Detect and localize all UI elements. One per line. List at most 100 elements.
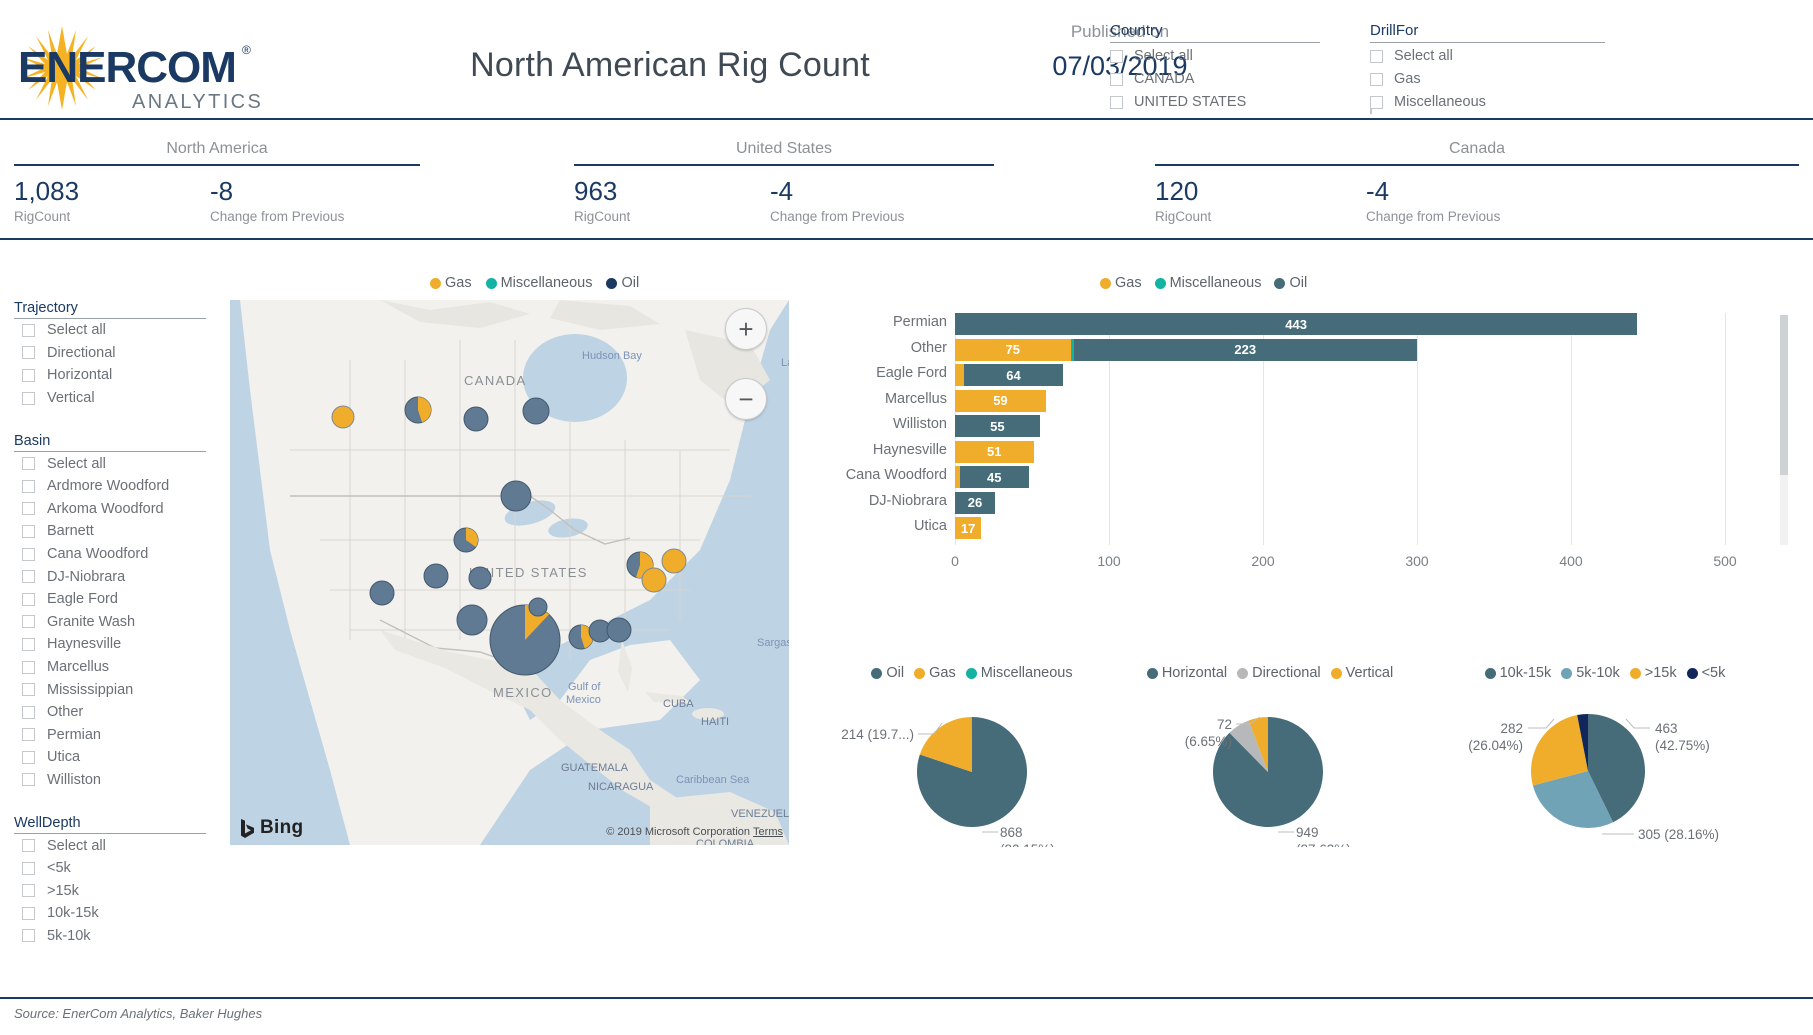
map-legend-item-oil[interactable]: Oil [606,275,639,291]
checkbox-icon[interactable] [22,615,35,628]
slicer-basin-option-ardmore-woodford[interactable]: Ardmore Woodford [14,475,219,498]
checkbox-icon[interactable] [22,502,35,515]
checkbox-icon[interactable] [22,773,35,786]
map-bubble-17[interactable] [607,618,631,642]
bar-legend-item-gas[interactable]: Gas [1100,275,1142,291]
trajectory-legend-item-vertical[interactable]: Vertical [1331,665,1394,681]
bar-legend-item-miscellaneous[interactable]: Miscellaneous [1155,275,1262,291]
trajectory-pie-panel[interactable]: HorizontalDirectionalVertical 72(6.65%)9… [1120,665,1420,845]
welldepth-legend-item-5k-10k[interactable]: 5k-10k [1561,665,1620,681]
bar-segment-oil[interactable]: 223 [1074,339,1417,361]
slicer-drillfor[interactable]: DrillFor Select all Gas Miscellaneous [1370,22,1605,112]
checkbox-icon[interactable] [1370,96,1383,109]
bar-row-permian[interactable]: Permian443 [955,313,1725,335]
slicer-country-option-canada[interactable]: CANADA [1110,69,1320,89]
slicer-drillfor-clipped-row[interactable] [1370,108,1605,114]
slicer-country-option-united-states[interactable]: UNITED STATES [1110,92,1320,112]
map-bubble-3[interactable] [523,398,549,424]
welldepth-pie-panel[interactable]: 10k-15k5k-10k>15k<5k 282(26.04%)463(42.7… [1420,665,1790,845]
checkbox-icon[interactable] [22,751,35,764]
checkbox-icon[interactable] [22,683,35,696]
bar-segment-gas[interactable] [955,364,964,386]
drill-for-legend-item-oil[interactable]: Oil [871,665,904,681]
checkbox-icon[interactable] [22,570,35,583]
map-rig-bubbles[interactable] [230,300,789,845]
welldepth-pie-chart[interactable]: 282(26.04%)463(42.75%)305 (28.16%) [1420,687,1790,847]
slicer-basin-option-utica[interactable]: Utica [14,746,219,769]
rig-count-by-basin-chart[interactable]: Permian443Other75223Eagle Ford64Marcellu… [830,305,1790,580]
bar-chart-scrollbar[interactable] [1780,315,1788,545]
sidebar-filters[interactable]: Trajectory Select allDirectionalHorizont… [14,300,219,971]
rig-map[interactable]: Hudson BayCANADAUNITED STATESMEXICOGulf … [230,300,789,845]
checkbox-icon[interactable] [22,324,35,337]
map-zoom-in-button[interactable]: + [725,308,767,350]
bing-logo[interactable]: Bing [240,817,303,839]
checkbox-icon[interactable] [22,661,35,674]
slicer-basin-option-granite-wash[interactable]: Granite Wash [14,611,219,634]
slicer-welldepth-option-5k-10k[interactable]: 5k-10k [14,925,219,948]
slicer-welldepth-option-5k[interactable]: <5k [14,857,219,880]
drill-for-pie-panel[interactable]: OilGasMiscellaneous 214 (19.7...)868(80.… [822,665,1122,845]
trajectory-legend-item-directional[interactable]: Directional [1237,665,1321,681]
drill-for-pie-chart[interactable]: 214 (19.7...)868(80.15%) [822,687,1122,847]
map-legend-item-miscellaneous[interactable]: Miscellaneous [486,275,593,291]
slicer-basin-option-barnett[interactable]: Barnett [14,520,219,543]
bar-segment-oil[interactable]: 64 [964,364,1063,386]
drill-for-legend-item-miscellaneous[interactable]: Miscellaneous [966,665,1073,681]
bar-segment-oil[interactable]: 45 [960,466,1029,488]
bar-row-haynesville[interactable]: Haynesville51 [955,441,1725,463]
bar-row-cana-woodford[interactable]: Cana Woodford45 [955,466,1725,488]
checkbox-icon[interactable] [22,862,35,875]
checkbox-icon[interactable] [1370,50,1383,63]
slicer-welldepth[interactable]: WellDepth Select all<5k>15k10k-15k5k-10k [14,815,219,947]
map-terms-link[interactable]: Terms [753,826,783,838]
bar-segment-gas[interactable]: 17 [955,517,981,539]
checkbox-icon[interactable] [1110,50,1123,63]
bar-segment-oil[interactable]: 26 [955,492,995,514]
bar-segment-gas[interactable]: 75 [955,339,1071,361]
checkbox-icon[interactable] [22,638,35,651]
map-bubble-4[interactable] [501,481,531,511]
welldepth-legend-item-5k[interactable]: <5k [1687,665,1726,681]
checkbox-icon[interactable] [22,525,35,538]
slicer-basin-option-marcellus[interactable]: Marcellus [14,656,219,679]
checkbox-icon[interactable] [1110,96,1123,109]
checkbox-icon[interactable] [22,593,35,606]
checkbox-icon[interactable] [22,457,35,470]
checkbox-icon[interactable] [22,369,35,382]
bar-row-marcellus[interactable]: Marcellus59 [955,390,1725,412]
checkbox-icon[interactable] [22,706,35,719]
map-legend-item-gas[interactable]: Gas [430,275,472,291]
slicer-drillfor-option-gas[interactable]: Gas [1370,69,1605,89]
map-bubble-13[interactable] [490,605,560,675]
slicer-basin-option-williston[interactable]: Williston [14,769,219,792]
checkbox-icon[interactable] [1370,73,1383,86]
bar-legend-item-oil[interactable]: Oil [1274,275,1307,291]
slicer-country[interactable]: Country Select all CANADA UNITED STATES [1110,22,1320,112]
map-bubble-6[interactable] [424,564,448,588]
map-bubble-1[interactable] [405,397,431,423]
slicer-trajectory-option-horizontal[interactable]: Horizontal [14,364,219,387]
map-bubble-2[interactable] [464,407,488,431]
map-bubble-11[interactable] [642,568,666,592]
map-bubble-8[interactable] [370,581,394,605]
slicer-basin-option-other[interactable]: Other [14,701,219,724]
slicer-basin-option-arkoma-woodford[interactable]: Arkoma Woodford [14,498,219,521]
checkbox-icon[interactable] [1370,108,1372,114]
checkbox-icon[interactable] [22,480,35,493]
bar-row-williston[interactable]: Williston55 [955,415,1725,437]
slicer-country-option-select-all[interactable]: Select all [1110,46,1320,66]
map-bubble-12[interactable] [457,605,487,635]
bar-segment-gas[interactable]: 51 [955,441,1034,463]
slicer-welldepth-option-15k[interactable]: >15k [14,879,219,902]
slicer-trajectory[interactable]: Trajectory Select allDirectionalHorizont… [14,300,219,409]
map-zoom-out-button[interactable]: − [725,378,767,420]
welldepth-legend-item-10k-15k[interactable]: 10k-15k [1485,665,1552,681]
slicer-basin-option-haynesville[interactable]: Haynesville [14,633,219,656]
checkbox-icon[interactable] [22,392,35,405]
slicer-trajectory-option-vertical[interactable]: Vertical [14,387,219,410]
map-bubble-7[interactable] [469,567,491,589]
checkbox-icon[interactable] [22,839,35,852]
bar-segment-oil[interactable]: 443 [955,313,1637,335]
slicer-welldepth-option-10k-15k[interactable]: 10k-15k [14,902,219,925]
